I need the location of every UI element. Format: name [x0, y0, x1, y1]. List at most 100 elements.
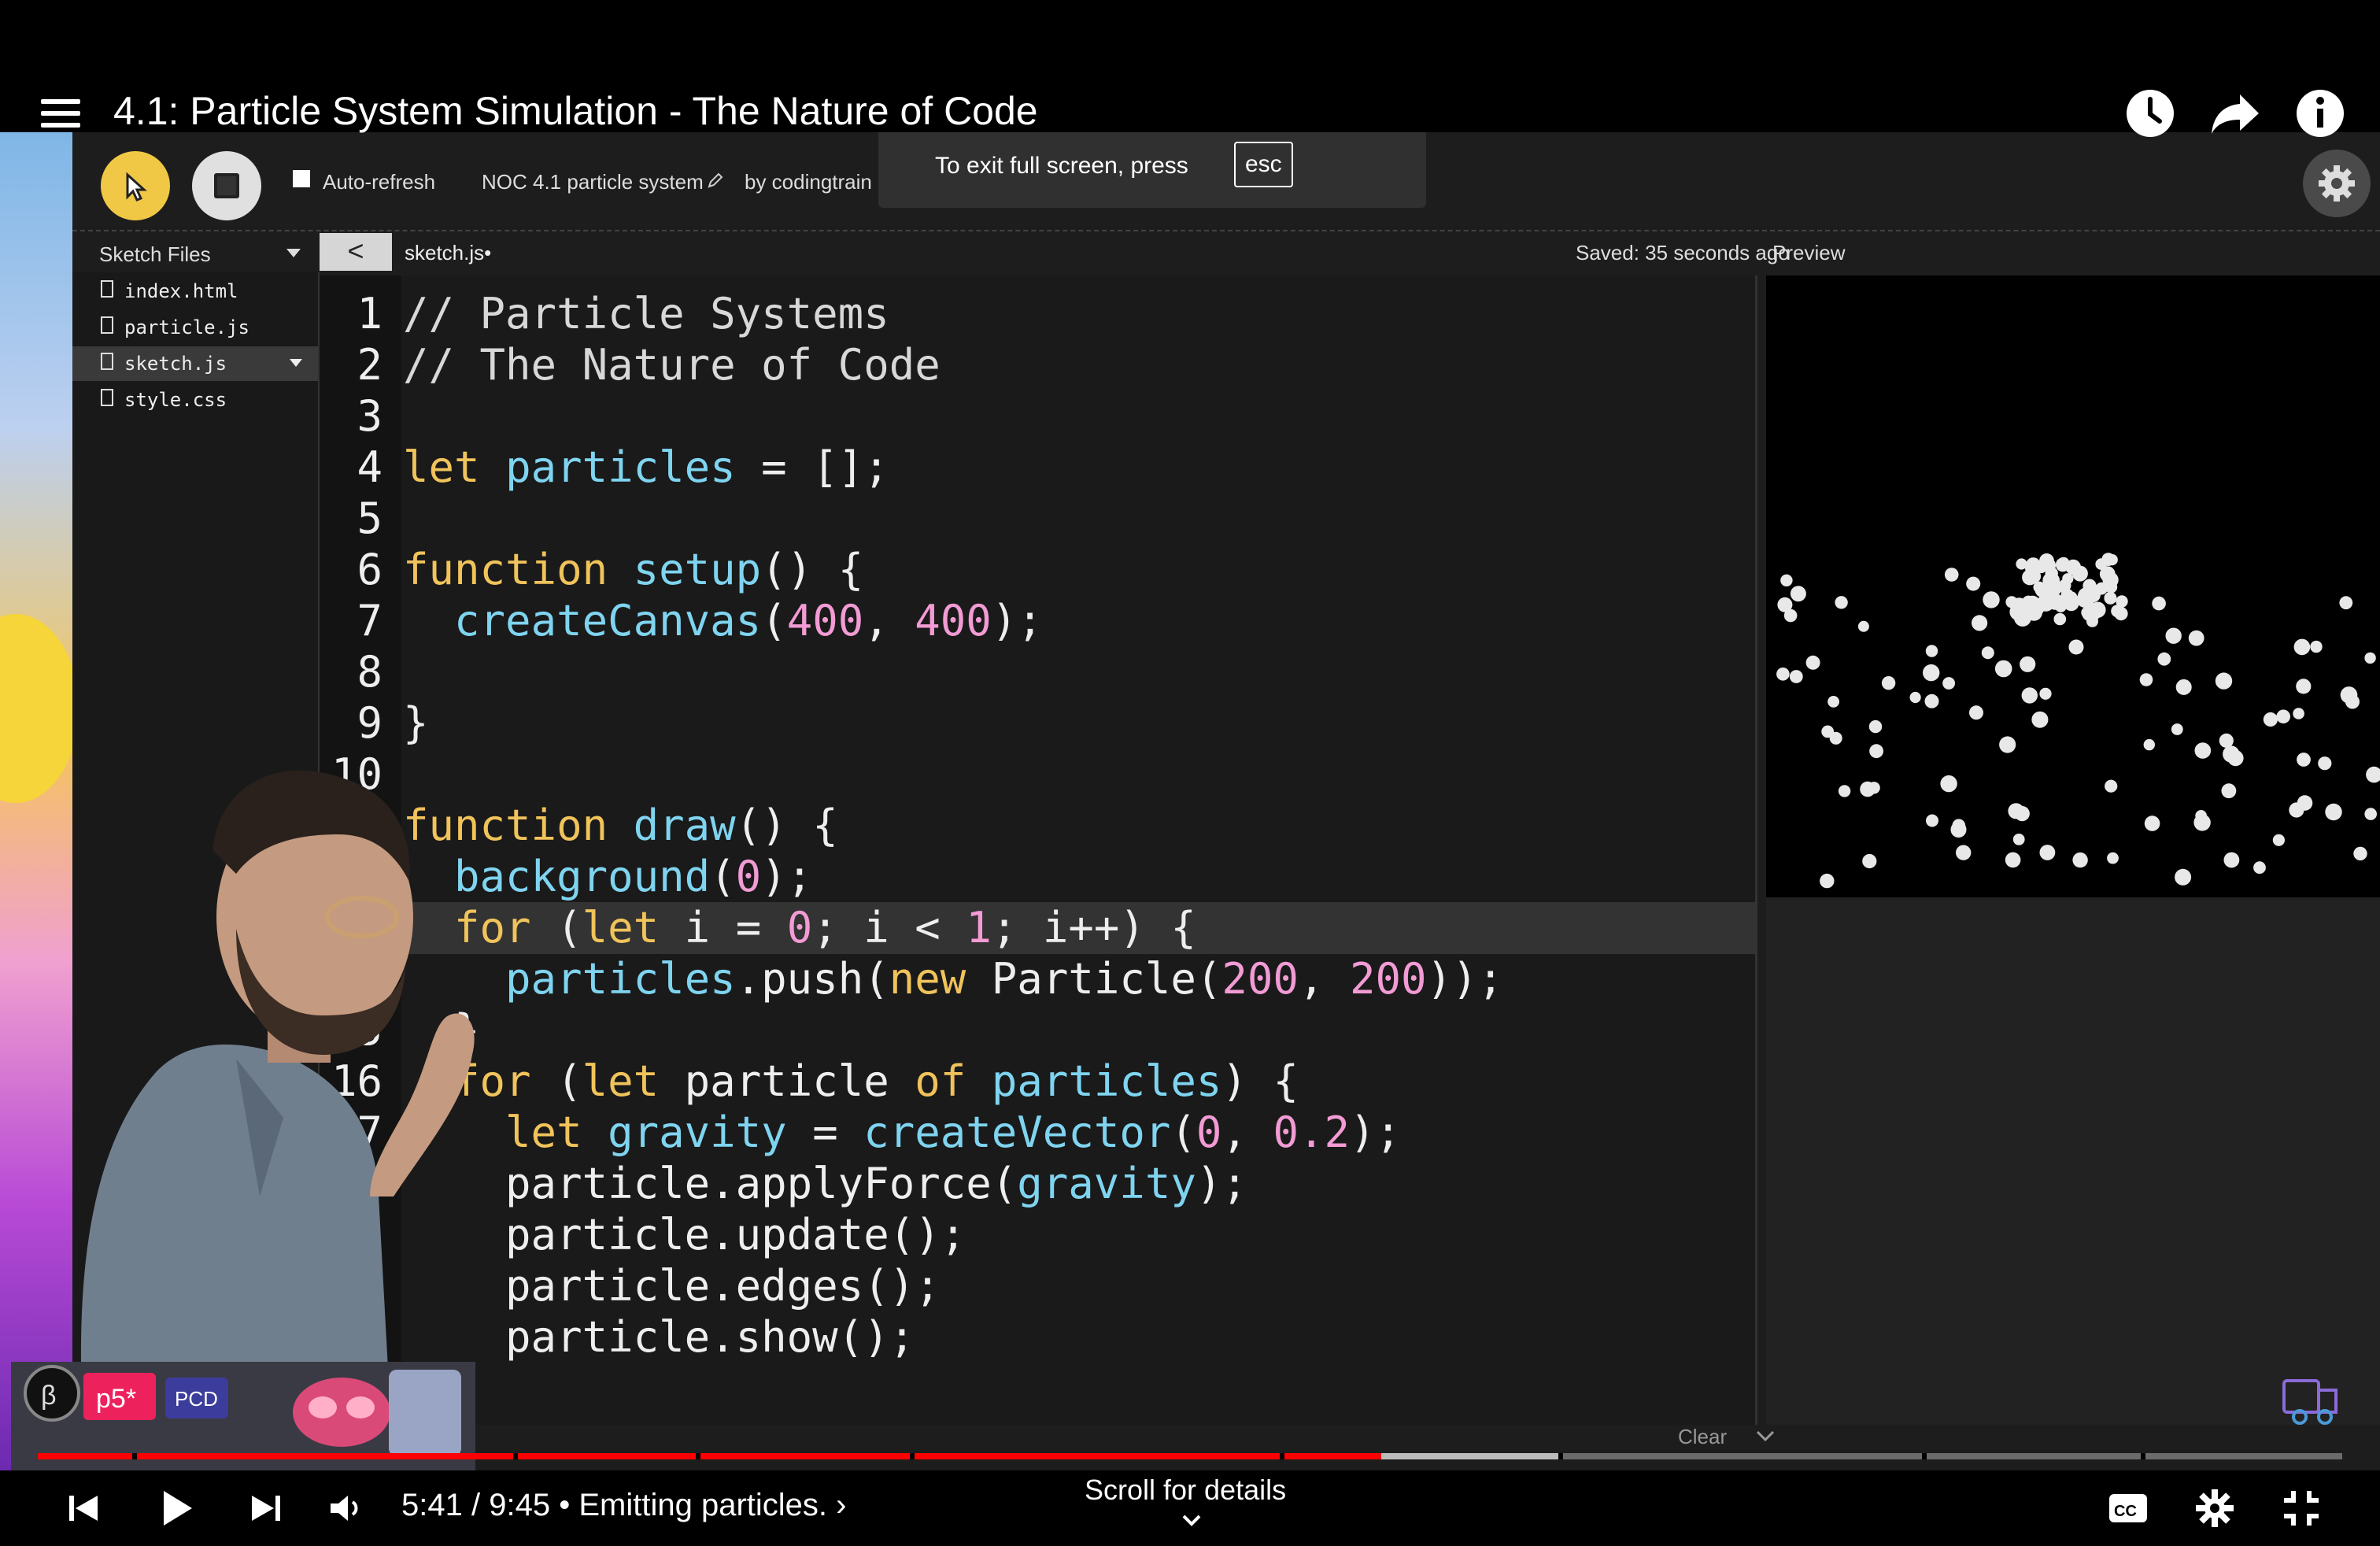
particle	[2219, 733, 2234, 749]
code-text: }	[403, 1005, 480, 1055]
sketch-name[interactable]: NOC 4.1 particle system	[482, 170, 704, 194]
chapter-separator: •	[559, 1488, 571, 1522]
particle	[1860, 781, 1876, 797]
code-line[interactable]: 19 particle.update();	[320, 1209, 1755, 1261]
particle	[2116, 595, 2128, 608]
gear-icon[interactable]	[2193, 1486, 2237, 1530]
particle	[2008, 803, 2024, 819]
laptop-stickers: β p5* PCD	[11, 1362, 475, 1488]
stop-sketch-button[interactable]	[192, 151, 261, 220]
menu-icon[interactable]	[41, 99, 80, 134]
code-line[interactable]: 5	[320, 493, 1755, 545]
code-line[interactable]: 10	[320, 749, 1755, 801]
code-line[interactable]: 6 function setup() {	[320, 544, 1755, 596]
line-number: 3	[357, 391, 382, 441]
line-number: 13	[331, 903, 382, 952]
particle	[2297, 795, 2313, 811]
clock-icon[interactable]	[2125, 88, 2175, 139]
line-number: 11	[331, 801, 382, 850]
sketch-author[interactable]: by codingtrain	[745, 170, 872, 194]
video-top-bar: 4.1: Particle System Simulation - The Na…	[0, 0, 2380, 137]
auto-refresh-checkbox[interactable]	[293, 170, 310, 187]
chapter-chevron-icon[interactable]: ›	[836, 1488, 846, 1522]
particle	[2099, 566, 2116, 583]
line-number: 20	[331, 1261, 382, 1311]
file-item-index-html[interactable]: index.html	[72, 274, 318, 309]
code-line[interactable]: 18 particle.applyForce(gravity);	[320, 1158, 1755, 1210]
code-text: particle.applyForce(gravity);	[403, 1159, 1247, 1208]
code-line[interactable]: 7 createCanvas(400, 400);	[320, 595, 1755, 647]
particle	[2057, 557, 2070, 569]
skip-previous-icon[interactable]	[61, 1486, 105, 1530]
video-progress-bar[interactable]	[38, 1453, 2342, 1459]
time-display[interactable]: 5:41 / 9:45 • Emitting particles. ›	[401, 1488, 846, 1523]
code-line[interactable]: 4 let particles = [];	[320, 442, 1755, 494]
preview-empty-area	[1766, 897, 2380, 1425]
chevron-down-icon[interactable]	[290, 359, 302, 367]
collapse-sidebar-button[interactable]: <	[320, 233, 392, 271]
code-text: // The Nature of Code	[403, 340, 941, 390]
code-line[interactable]: 21 particle.show();	[320, 1311, 1755, 1363]
particle	[2032, 603, 2044, 616]
code-text: for (let i = 0; i < 1; i++) {	[454, 903, 1196, 952]
video-frame[interactable]: Auto-refresh NOC 4.1 particle system by …	[0, 0, 2380, 1546]
console-clear-button[interactable]: Clear	[1678, 1425, 1727, 1449]
play-icon[interactable]	[154, 1486, 198, 1530]
fullscreen-notice: To exit full screen, press esc	[878, 132, 1426, 208]
code-line[interactable]: 16 for (let particle of particles) {	[320, 1056, 1755, 1108]
run-sketch-button[interactable]	[101, 151, 170, 220]
chevron-down-icon[interactable]	[1181, 1511, 1203, 1530]
captions-icon[interactable]: CC	[2106, 1486, 2150, 1530]
file-name: style.css	[124, 389, 227, 411]
code-line[interactable]: 13 for (let i = 0; i < 1; i++) {	[320, 902, 1755, 954]
particle	[1838, 785, 1851, 797]
code-line[interactable]: 20 particle.edges();	[320, 1260, 1755, 1312]
code-text: particle.update();	[403, 1210, 966, 1259]
particle	[2152, 596, 2166, 611]
exit-fullscreen-icon[interactable]	[2279, 1486, 2323, 1530]
particle	[2114, 607, 2128, 621]
editor-tab-name[interactable]: sketch.js•	[405, 241, 491, 265]
code-line[interactable]: 1 // Particle Systems	[320, 288, 1755, 340]
console-bar: Clear	[1678, 1425, 1820, 1456]
code-line[interactable]: 14 particles.push(new Particle(200, 200)…	[320, 953, 1755, 1005]
info-icon[interactable]	[2295, 88, 2345, 139]
channel-watermark-icon[interactable]	[2281, 1376, 2344, 1426]
particle	[1869, 744, 1883, 759]
chapter-marker	[910, 1453, 915, 1459]
video-title[interactable]: 4.1: Particle System Simulation - The Na…	[113, 88, 1038, 134]
sketch-files-label: Sketch Files	[99, 242, 211, 266]
code-line[interactable]: 2 // The Nature of Code	[320, 339, 1755, 391]
code-editor[interactable]: 1 // Particle Systems 2 // The Nature of Co…	[320, 276, 1757, 1425]
skip-next-icon[interactable]	[244, 1486, 288, 1530]
editor-settings-button[interactable]	[2303, 150, 2371, 217]
sketch-files-header[interactable]: Sketch Files	[72, 231, 318, 272]
particle	[2031, 711, 2049, 728]
scroll-for-details[interactable]: Scroll for details	[1085, 1474, 1286, 1507]
code-text: // Particle Systems	[403, 289, 889, 338]
chapter-title[interactable]: Emitting particles.	[578, 1488, 827, 1522]
chevron-down-icon[interactable]	[1755, 1429, 1776, 1444]
particle	[2221, 783, 2237, 799]
code-line[interactable]: 15 }	[320, 1004, 1755, 1056]
particle	[1820, 873, 1835, 889]
share-icon[interactable]	[2210, 88, 2260, 139]
code-line[interactable]: 11 function draw() {	[320, 800, 1755, 852]
code-line[interactable]: 3	[320, 390, 1755, 442]
code-line[interactable]: 17 let gravity = createVector(0, 0.2);	[320, 1107, 1755, 1159]
code-line[interactable]: 12 background(0);	[320, 851, 1755, 903]
file-item-particle-js[interactable]: particle.js	[72, 310, 318, 345]
particle	[1972, 615, 1988, 631]
pencil-icon[interactable]	[707, 172, 724, 189]
volume-icon[interactable]	[324, 1486, 368, 1530]
particle	[1969, 705, 1983, 720]
particle	[1835, 596, 1848, 609]
particle	[2106, 554, 2118, 566]
code-line[interactable]: 8	[320, 646, 1755, 698]
code-line[interactable]: 9}	[320, 697, 1755, 749]
file-item-sketch-js[interactable]: sketch.js	[72, 346, 318, 381]
particle	[2053, 612, 2067, 626]
particle	[1925, 645, 1938, 657]
line-number: 8	[357, 647, 382, 697]
file-item-style-css[interactable]: style.css	[72, 383, 318, 417]
